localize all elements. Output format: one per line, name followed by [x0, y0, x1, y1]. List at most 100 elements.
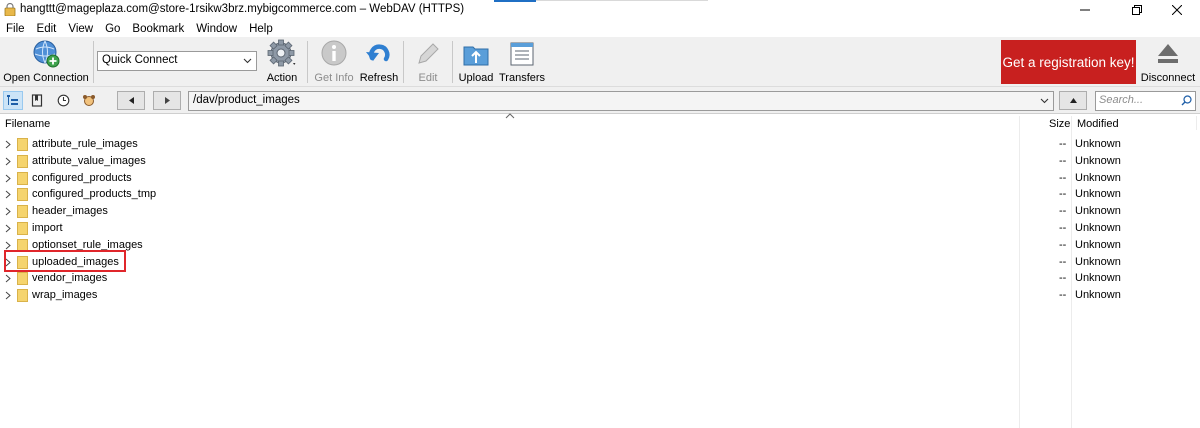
navigation-bar: /dav/product_images Search...	[0, 87, 1200, 114]
open-connection-label: Open Connection	[3, 72, 89, 84]
file-size: --	[1059, 171, 1067, 184]
registration-button[interactable]: Get a registration key!	[1001, 40, 1136, 84]
search-input[interactable]: Search...	[1095, 91, 1196, 111]
folder-icon	[17, 154, 28, 168]
transfers-icon	[510, 42, 534, 66]
close-icon	[1172, 5, 1182, 15]
chevron-right-icon[interactable]	[5, 291, 11, 300]
column-header-filename[interactable]: Filename	[5, 118, 50, 130]
file-name: attribute_rule_images	[32, 138, 138, 150]
menu-window[interactable]: Window	[190, 23, 243, 35]
table-row[interactable]: header_images -- Unknown	[0, 203, 1200, 220]
menu-view[interactable]: View	[62, 23, 99, 35]
quick-connect-select[interactable]: Quick Connect	[97, 51, 257, 71]
table-row[interactable]: import -- Unknown	[0, 220, 1200, 237]
gear-icon	[267, 39, 296, 67]
minimize-button[interactable]	[1062, 0, 1108, 20]
close-button[interactable]	[1154, 0, 1200, 20]
table-row[interactable]: vendor_images -- Unknown	[0, 270, 1200, 287]
menu-go[interactable]: Go	[99, 23, 126, 35]
get-info-label: Get Info	[314, 72, 354, 84]
file-size: --	[1059, 138, 1067, 150]
file-name: import	[32, 222, 63, 234]
file-size: --	[1059, 238, 1067, 251]
globe-icon	[33, 40, 60, 68]
search-icon	[1181, 95, 1192, 106]
minimize-icon	[1080, 9, 1090, 11]
transfers-label: Transfers	[498, 72, 546, 84]
edit-label: Edit	[418, 72, 438, 84]
chevron-right-icon[interactable]	[5, 190, 11, 199]
upload-button[interactable]: Upload	[456, 39, 496, 85]
table-row[interactable]: configured_products -- Unknown	[0, 170, 1200, 187]
refresh-label: Refresh	[359, 72, 399, 84]
edit-button[interactable]: Edit	[407, 39, 449, 85]
transfers-button[interactable]: Transfers	[498, 39, 546, 85]
sort-caret-icon	[505, 113, 515, 119]
chevron-right-icon[interactable]	[5, 274, 11, 283]
file-name: vendor_images	[32, 272, 108, 285]
app-lock-icon	[4, 3, 16, 16]
folder-icon	[17, 289, 28, 303]
folder-icon	[17, 138, 28, 151]
disconnect-button[interactable]: Disconnect	[1140, 39, 1196, 85]
menu-bookmark[interactable]: Bookmark	[126, 23, 190, 35]
file-modified: Unknown	[1075, 255, 1121, 268]
menu-edit[interactable]: Edit	[31, 23, 63, 35]
file-modified: Unknown	[1075, 289, 1121, 302]
browser-view-button[interactable]	[3, 91, 23, 110]
forward-button[interactable]	[153, 91, 181, 110]
path-select[interactable]: /dav/product_images	[188, 91, 1054, 111]
chevron-right-icon[interactable]	[5, 157, 11, 166]
pencil-icon	[418, 43, 439, 64]
file-modified: Unknown	[1075, 188, 1121, 201]
chevron-right-icon[interactable]	[5, 174, 11, 183]
column-header-size[interactable]: Size	[1049, 118, 1070, 130]
tree-view-icon	[7, 95, 18, 105]
chevron-right-icon[interactable]	[5, 207, 11, 216]
chevron-right-icon[interactable]	[5, 241, 11, 250]
table-row[interactable]: wrap_images -- Unknown	[0, 287, 1200, 304]
menu-help[interactable]: Help	[243, 23, 279, 35]
column-header-modified[interactable]: Modified	[1077, 118, 1119, 130]
file-modified: Unknown	[1075, 222, 1121, 234]
upload-folder-icon	[463, 46, 489, 66]
table-row[interactable]: uploaded_images -- Unknown	[0, 254, 1200, 271]
toolbar-separator	[403, 41, 404, 83]
file-modified: Unknown	[1075, 205, 1121, 218]
column-divider	[1196, 116, 1197, 130]
bookmarks-view-button[interactable]	[27, 91, 47, 110]
file-modified: Unknown	[1075, 171, 1121, 184]
refresh-button[interactable]: Refresh	[360, 39, 398, 85]
open-connection-button[interactable]: Open Connection	[3, 39, 89, 85]
action-button[interactable]: Action	[260, 39, 304, 85]
folder-icon	[17, 205, 28, 219]
toolbar-separator	[93, 41, 94, 83]
menu-file[interactable]: File	[0, 23, 31, 35]
arrow-right-icon	[164, 97, 170, 104]
table-row[interactable]: configured_products_tmp -- Unknown	[0, 186, 1200, 203]
action-label: Action	[266, 72, 298, 84]
file-name: wrap_images	[32, 289, 98, 302]
info-icon	[321, 40, 347, 66]
file-modified: Unknown	[1075, 138, 1121, 150]
chevron-right-icon[interactable]	[5, 224, 11, 233]
file-name: header_images	[32, 205, 108, 218]
title-accent	[494, 0, 536, 2]
file-name: configured_products	[32, 171, 132, 184]
file-size: --	[1059, 255, 1067, 268]
restore-icon	[1132, 5, 1142, 15]
history-view-button[interactable]	[53, 91, 73, 110]
file-list: Filename Size Modified attribute_rule_im…	[0, 114, 1200, 428]
get-info-button[interactable]: Get Info	[313, 39, 355, 85]
toolbar: Open Connection Quick Connect Action Get…	[0, 37, 1200, 87]
back-button[interactable]	[117, 91, 145, 110]
table-row[interactable]: optionset_rule_images -- Unknown	[0, 237, 1200, 254]
table-row[interactable]: attribute_rule_images -- Unknown	[0, 136, 1200, 153]
bonjour-view-button[interactable]	[79, 91, 99, 110]
file-modified: Unknown	[1075, 272, 1121, 285]
chevron-right-icon[interactable]	[5, 140, 11, 149]
upload-label: Upload	[458, 72, 494, 84]
table-row[interactable]: attribute_value_images -- Unknown	[0, 153, 1200, 170]
parent-folder-button[interactable]	[1059, 91, 1087, 110]
